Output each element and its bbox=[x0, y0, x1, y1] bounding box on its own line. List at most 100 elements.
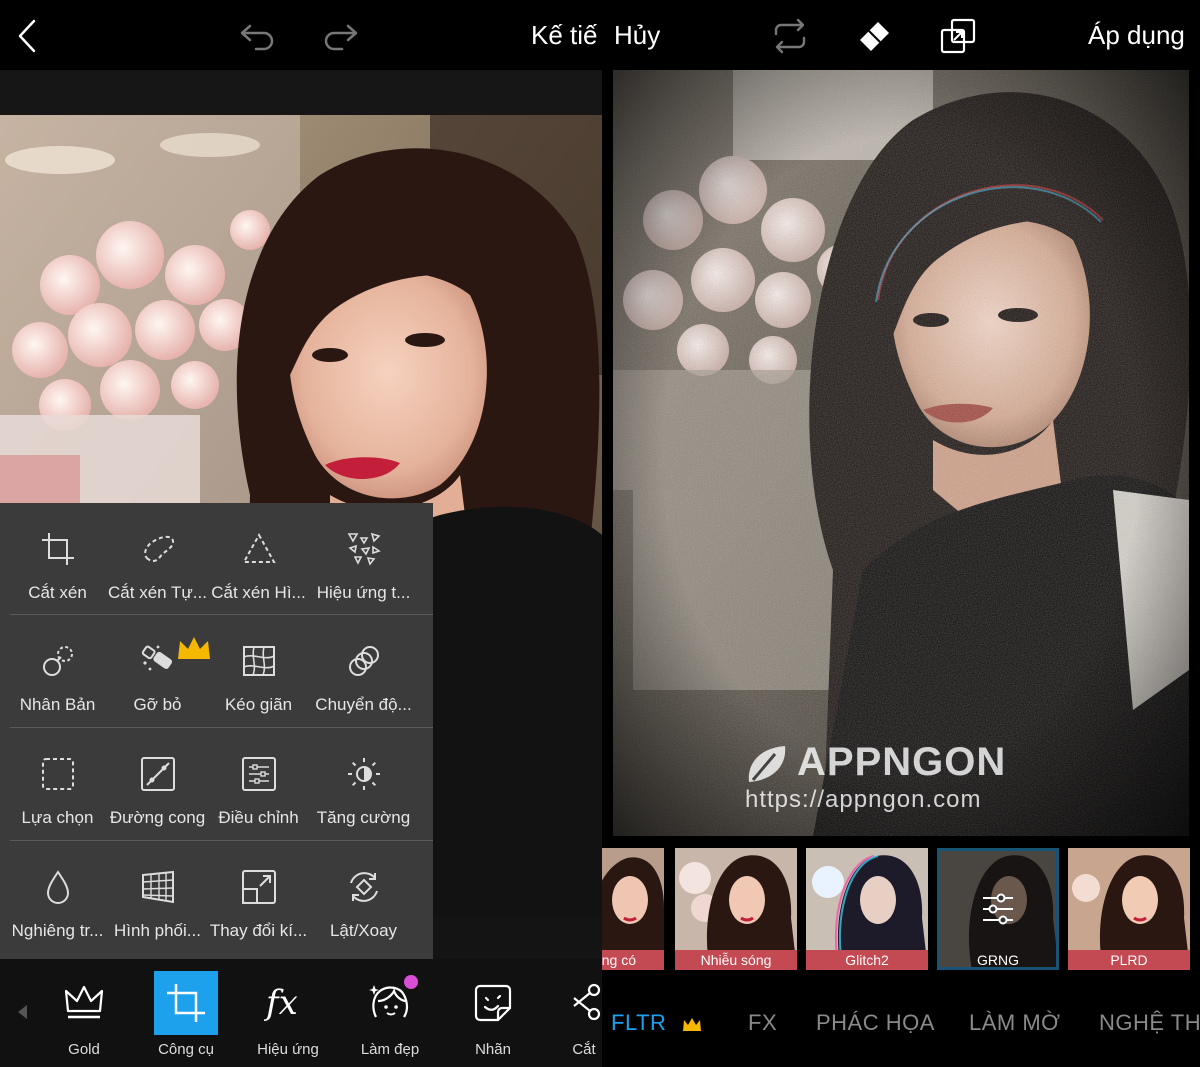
tool-tilt-shift[interactable]: Nghiêng tr... bbox=[6, 841, 109, 953]
next-button[interactable]: Kế tiế bbox=[531, 20, 602, 51]
filter-label: ng có bbox=[602, 950, 664, 970]
filter-settings-icon[interactable] bbox=[981, 892, 1015, 926]
nav-gold[interactable]: Gold bbox=[40, 969, 128, 1063]
cancel-button[interactable]: Hủy bbox=[614, 20, 660, 51]
premium-crown-icon bbox=[683, 1018, 701, 1031]
tools-row-2: Nhân Bản Gỡ bỏ Kéo giãn Chuyển độ... bbox=[0, 615, 433, 727]
tool-shape-crop[interactable]: Cắt xén Hì... bbox=[207, 503, 310, 615]
nav-label: Nhãn bbox=[475, 1041, 511, 1058]
editor-main-panel: Kế tiế Cắt xén Cắt xén Tự... Cắt xén Hì.… bbox=[0, 0, 602, 1067]
apply-button[interactable]: Áp dụng bbox=[1088, 20, 1185, 51]
flip-rotate-icon bbox=[350, 872, 378, 902]
filter-label: PLRD bbox=[1068, 950, 1190, 970]
nav-label: Gold bbox=[68, 1041, 100, 1058]
selection-icon bbox=[42, 758, 74, 790]
undo-button[interactable] bbox=[236, 14, 280, 58]
tool-label: Kéo giãn bbox=[224, 695, 293, 714]
tool-resize[interactable]: Thay đổi kí... bbox=[207, 841, 310, 953]
chevron-left-icon bbox=[18, 19, 36, 53]
filter-thumb-glitch2[interactable]: Glitch2 bbox=[806, 848, 928, 970]
adjust-icon bbox=[242, 757, 276, 791]
svg-text:fx: fx bbox=[263, 983, 298, 1023]
redo-icon bbox=[324, 24, 358, 51]
tool-label: Lựa chọn bbox=[21, 808, 94, 827]
tool-label: Đường cong bbox=[109, 808, 206, 827]
layers-icon bbox=[940, 18, 976, 54]
eraser-icon bbox=[860, 22, 889, 51]
eraser-button[interactable] bbox=[852, 14, 896, 58]
tool-flip-rotate[interactable]: Lật/Xoay bbox=[312, 841, 415, 953]
tool-remove[interactable]: Gỡ bỏ bbox=[106, 615, 210, 727]
tools-row-3: Lựa chọn Đường cong Điều chỉnh Tăng cườn… bbox=[0, 728, 433, 840]
cutout-icon bbox=[573, 983, 601, 1021]
tab-fx[interactable]: FX bbox=[748, 1010, 777, 1036]
tool-label: Cắt xén Hì... bbox=[211, 583, 306, 602]
tab-fltr[interactable]: FLTR bbox=[611, 1010, 666, 1036]
sticker-icon bbox=[474, 984, 512, 1022]
shapecrop-icon bbox=[242, 532, 276, 563]
redo-button[interactable] bbox=[318, 14, 362, 58]
tool-label: Thay đổi kí... bbox=[209, 921, 308, 940]
tool-label: Điều chỉnh bbox=[218, 808, 299, 827]
enhance-icon bbox=[348, 758, 380, 790]
scroll-left-icon[interactable] bbox=[18, 1005, 27, 1019]
top-bar: Kế tiế bbox=[0, 0, 602, 70]
nav-label: Làm đẹp bbox=[360, 1041, 420, 1058]
tool-label: Tăng cường bbox=[316, 808, 411, 827]
compare-button[interactable] bbox=[768, 14, 812, 58]
nav-beautify[interactable]: Làm đẹp bbox=[346, 969, 434, 1063]
top-bar: Hủy Áp dụng bbox=[602, 0, 1200, 70]
tool-label: Gỡ bỏ bbox=[133, 695, 182, 714]
watermark-brand: APPNGON bbox=[797, 740, 1007, 784]
tab-artistic[interactable]: NGHỆ TH bbox=[1099, 1010, 1200, 1036]
back-button[interactable] bbox=[6, 14, 50, 58]
tool-adjust[interactable]: Điều chỉnh bbox=[207, 728, 310, 840]
new-badge bbox=[404, 975, 418, 989]
nav-effects[interactable]: fx Hiệu ứng bbox=[244, 969, 332, 1063]
curves-icon bbox=[141, 757, 175, 791]
clone-icon bbox=[43, 646, 73, 676]
bottom-toolbar: Gold Công cụ fx Hiệu ứng Làm đẹp Nhãn Cắ… bbox=[0, 959, 602, 1067]
nav-sticker[interactable]: Nhãn bbox=[449, 969, 537, 1063]
filter-strip: ng có Nhiễu sóng Glitch2 GRNG PLRD bbox=[602, 846, 1200, 972]
tool-label: Hiệu ứng t... bbox=[316, 583, 411, 602]
tool-label: Nhân Bản bbox=[19, 695, 96, 714]
nav-cutout[interactable]: Cắt bbox=[540, 969, 602, 1063]
tool-crop[interactable]: Cắt xén bbox=[6, 503, 109, 615]
filter-thumb-plrd[interactable]: PLRD bbox=[1068, 848, 1190, 970]
nav-label: Công cụ bbox=[158, 1041, 214, 1058]
tool-enhance[interactable]: Tăng cường bbox=[312, 728, 415, 840]
tools-row-4: Nghiêng tr... Hình phối... Thay đổi kí..… bbox=[0, 841, 433, 953]
filter-label: Nhiễu sóng bbox=[675, 950, 797, 970]
tool-label: Nghiêng tr... bbox=[11, 921, 104, 940]
watermark: APPNGON https://appngon.com bbox=[745, 738, 1035, 818]
tiltshift-icon bbox=[46, 870, 70, 904]
filter-label: GRNG bbox=[977, 952, 1019, 968]
tool-motion[interactable]: Chuyển độ... bbox=[312, 615, 415, 727]
nav-tools[interactable]: Công cụ bbox=[142, 969, 230, 1063]
tool-clone[interactable]: Nhân Bản bbox=[6, 615, 109, 727]
freecrop-icon bbox=[144, 535, 175, 563]
tool-selection[interactable]: Lựa chọn bbox=[6, 728, 109, 840]
filtered-photo-canvas[interactable]: APPNGON https://appngon.com bbox=[613, 70, 1189, 836]
motion-icon bbox=[349, 646, 379, 676]
dispersion-icon bbox=[347, 532, 381, 566]
filter-thumb-ng-co[interactable]: ng có bbox=[602, 848, 664, 970]
tool-dispersion[interactable]: Hiệu ứng t... bbox=[312, 503, 415, 615]
tools-popup: Cắt xén Cắt xén Tự... Cắt xén Hì... Hiệu… bbox=[0, 503, 433, 959]
remove-icon bbox=[141, 645, 173, 671]
blend-layer-button[interactable] bbox=[936, 14, 980, 58]
tool-curves[interactable]: Đường cong bbox=[106, 728, 209, 840]
crop-icon bbox=[42, 533, 74, 565]
tab-blur[interactable]: LÀM MỜ bbox=[969, 1010, 1061, 1036]
tool-label: Hình phối... bbox=[114, 921, 201, 940]
tool-stretch[interactable]: Kéo giãn bbox=[207, 615, 310, 727]
tool-free-crop[interactable]: Cắt xén Tự... bbox=[106, 503, 209, 615]
tool-perspective[interactable]: Hình phối... bbox=[106, 841, 209, 953]
filter-thumb-noise[interactable]: Nhiễu sóng bbox=[675, 848, 797, 970]
tab-sketch[interactable]: PHÁC HỌA bbox=[816, 1010, 935, 1036]
crown-icon bbox=[64, 985, 104, 1019]
resize-icon bbox=[242, 870, 276, 904]
filter-thumb-grng[interactable]: GRNG bbox=[937, 848, 1059, 970]
filter-panel: Hủy Áp dụng APPNGON https://appngon.com … bbox=[602, 0, 1200, 1067]
